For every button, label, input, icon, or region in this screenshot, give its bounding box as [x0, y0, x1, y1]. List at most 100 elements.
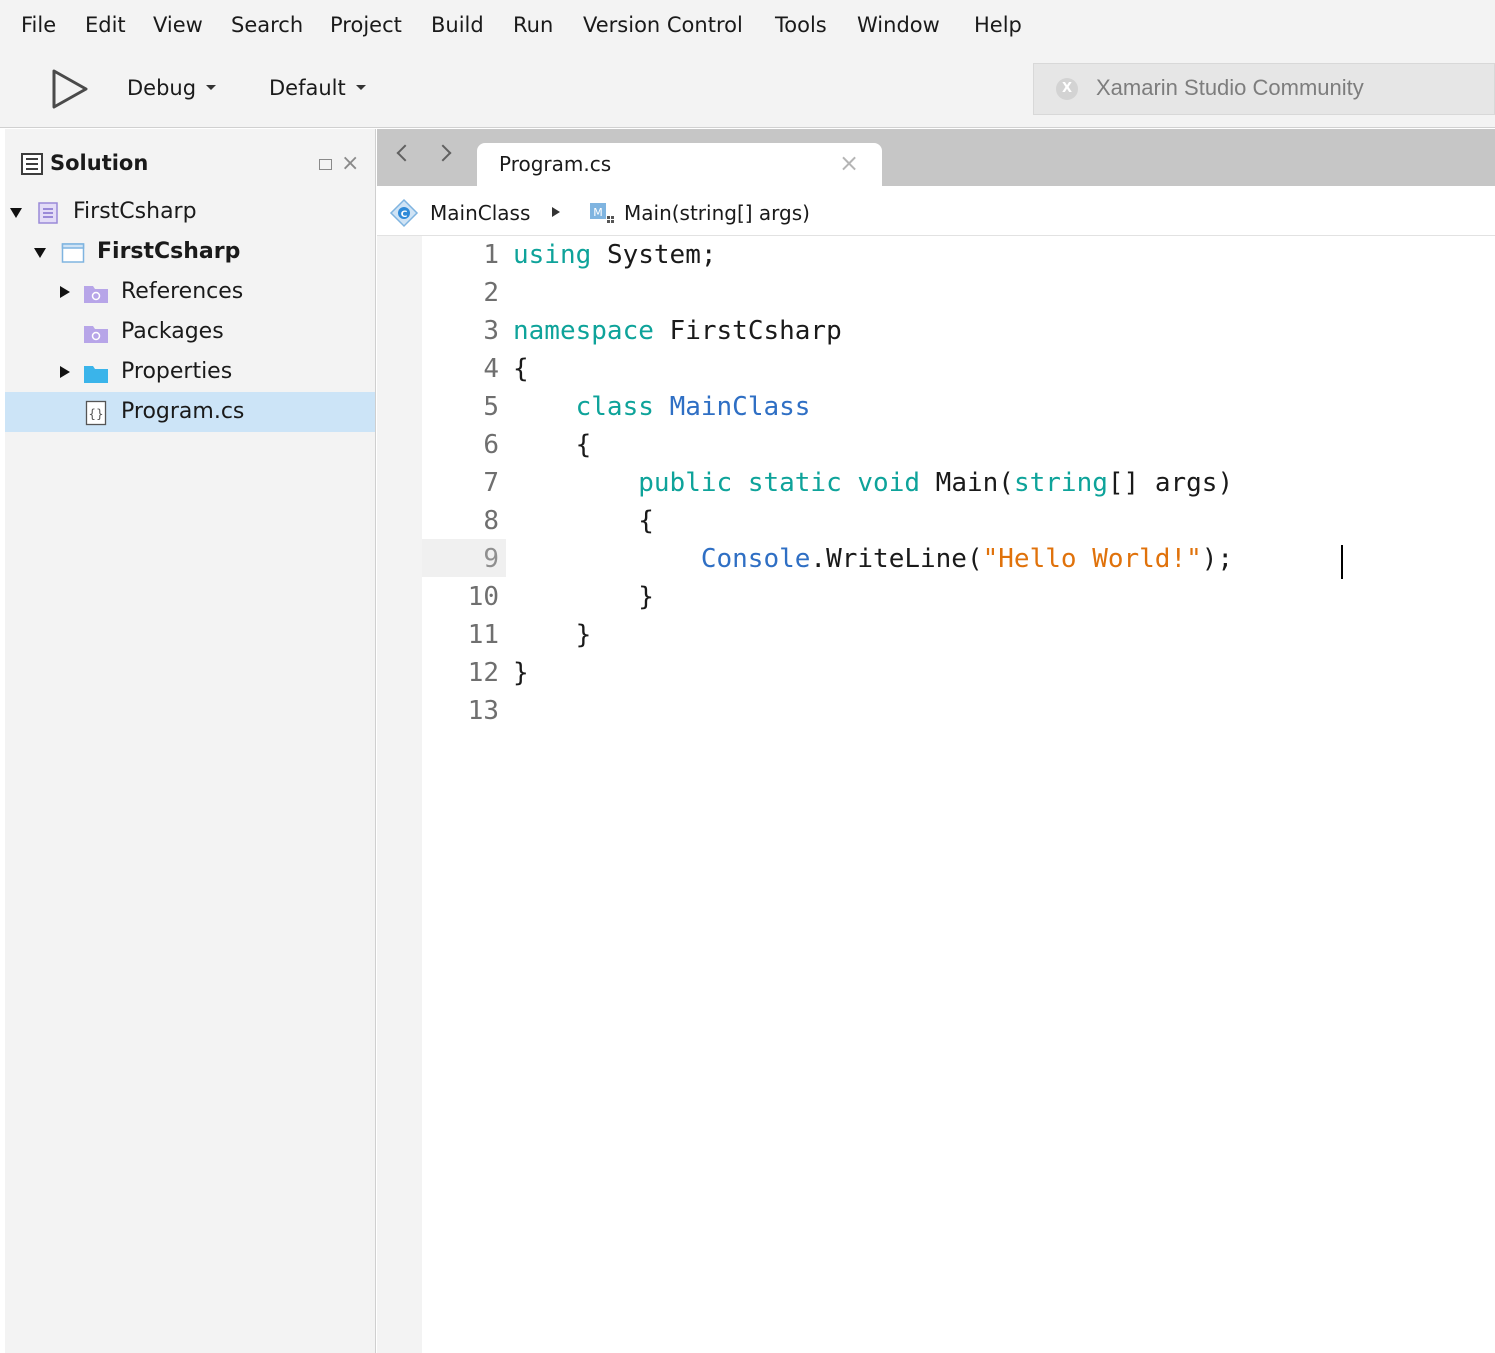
code-line[interactable]: 4{: [377, 350, 1495, 388]
menu-build[interactable]: Build: [431, 10, 484, 40]
tree-item-label: Packages: [121, 319, 224, 344]
menu-help[interactable]: Help: [974, 10, 1022, 40]
target-label: Default: [269, 76, 346, 100]
code-line[interactable]: 11 }: [377, 616, 1495, 654]
configuration-label: Debug: [127, 76, 197, 100]
tree-item-label: Program.cs: [121, 399, 245, 424]
svg-text:C: C: [401, 210, 408, 220]
chevron-down-icon: [206, 84, 217, 90]
tree-item-label: References: [121, 279, 244, 304]
code-line[interactable]: 9 Console.WriteLine("Hello World!");: [377, 540, 1495, 578]
run-button[interactable]: [48, 67, 92, 111]
code-text: {: [513, 430, 592, 460]
path-method-label[interactable]: Main(string[] args): [624, 200, 810, 226]
menu-project[interactable]: Project: [330, 10, 402, 40]
expand-arrow-icon[interactable]: [60, 286, 70, 298]
folder-icon: [84, 366, 108, 383]
menu-bar: File Edit View Search Project Build Run …: [0, 0, 1495, 52]
back-arrow-icon[interactable]: [396, 144, 414, 162]
code-text: {: [513, 506, 654, 536]
tree-item-properties[interactable]: Properties: [5, 352, 375, 392]
restore-icon[interactable]: [319, 159, 332, 170]
references-folder-icon: [84, 286, 108, 303]
configuration-dropdown[interactable]: Debug: [127, 74, 217, 102]
code-text: {: [513, 354, 529, 384]
csharp-file-icon: {}: [85, 400, 107, 426]
solution-pad-header: Solution ×: [5, 129, 375, 189]
line-number: 2: [483, 278, 499, 308]
forward-arrow-icon[interactable]: [434, 144, 452, 162]
tree-item-program-cs[interactable]: {} Program.cs: [5, 392, 375, 432]
line-number: 5: [483, 392, 499, 422]
code-line[interactable]: 2: [377, 274, 1495, 312]
expand-arrow-icon[interactable]: [34, 248, 46, 258]
tree-item-references[interactable]: References: [5, 272, 375, 312]
line-number: 10: [467, 582, 499, 612]
code-line[interactable]: 7 public static void Main(string[] args): [377, 464, 1495, 502]
solution-pad: Solution × FirstCsharp FirstCsharp Refer…: [5, 129, 376, 1353]
line-number: 12: [467, 658, 499, 688]
solution-icon: [38, 202, 58, 224]
code-line[interactable]: 10 }: [377, 578, 1495, 616]
expand-arrow-icon[interactable]: [10, 208, 22, 218]
method-icon[interactable]: M: [589, 202, 615, 224]
tree-item-packages[interactable]: Packages: [5, 312, 375, 352]
project-icon: [61, 243, 85, 263]
target-dropdown[interactable]: Default: [269, 74, 366, 102]
code-editor[interactable]: 1 using System; 2 3 namespace FirstCsharp 4{5…: [377, 236, 1495, 1353]
expand-arrow-icon[interactable]: [60, 366, 70, 378]
play-icon: [52, 69, 88, 109]
line-number: 4: [483, 354, 499, 384]
code-line[interactable]: 8 {: [377, 502, 1495, 540]
code-line[interactable]: 12}: [377, 654, 1495, 692]
menu-run[interactable]: Run: [513, 10, 553, 40]
code-line[interactable]: 5 class MainClass: [377, 388, 1495, 426]
tree-item-label: Properties: [121, 359, 233, 384]
code-line[interactable]: 13: [377, 692, 1495, 730]
tab-label: Program.cs: [499, 152, 612, 176]
status-text: Xamarin Studio Community: [1096, 75, 1364, 100]
editor: Program.cs × C MainClass M Main(string[]…: [377, 129, 1495, 1353]
code-text: class MainClass: [575, 392, 811, 422]
line-number: 9: [483, 544, 499, 574]
line-number: 13: [467, 696, 499, 726]
code-line[interactable]: 3 namespace FirstCsharp: [377, 312, 1495, 350]
menu-view[interactable]: View: [153, 10, 203, 40]
tree-item-solution[interactable]: FirstCsharp: [5, 192, 375, 232]
class-icon[interactable]: C: [389, 198, 419, 228]
line-number: 3: [483, 316, 499, 346]
tree-item-project[interactable]: FirstCsharp: [5, 232, 375, 272]
line-number: 1: [483, 240, 499, 270]
code-line[interactable]: 1 using System;: [377, 236, 1495, 274]
solution-pad-title: Solution: [50, 151, 149, 175]
line-number: 6: [483, 430, 499, 460]
code-text: Console.WriteLine("Hello World!");: [700, 544, 1234, 574]
code-text: }: [513, 620, 592, 650]
code-line[interactable]: 6 {: [377, 426, 1495, 464]
close-tab-icon[interactable]: ×: [839, 149, 859, 177]
xamarin-icon: X: [1056, 78, 1078, 100]
menu-search[interactable]: Search: [231, 10, 303, 40]
toolbar: Debug Default X Xamarin Studio Community: [0, 52, 1495, 128]
close-icon[interactable]: ×: [341, 151, 359, 177]
menu-window[interactable]: Window: [857, 10, 940, 40]
menu-file[interactable]: File: [21, 10, 56, 40]
tab-bar: Program.cs ×: [377, 129, 1495, 186]
path-bar: C MainClass M Main(string[] args): [377, 186, 1495, 236]
path-separator-icon: [552, 207, 560, 217]
menu-version-control[interactable]: Version Control: [583, 10, 743, 40]
path-class-label[interactable]: MainClass: [430, 200, 530, 226]
menu-tools[interactable]: Tools: [775, 10, 827, 40]
code-text: namespace FirstCsharp: [513, 316, 842, 346]
chevron-down-icon: [355, 84, 366, 90]
solution-pad-icon: [21, 153, 43, 175]
code-text: public static void Main(string[] args): [638, 468, 1234, 498]
tree-item-label: FirstCsharp: [73, 199, 197, 224]
menu-edit[interactable]: Edit: [85, 10, 126, 40]
tab-program-cs[interactable]: Program.cs ×: [477, 143, 882, 186]
line-number: 8: [483, 506, 499, 536]
svg-text:M: M: [593, 206, 603, 219]
text-caret: [1341, 545, 1343, 579]
line-number: 11: [467, 620, 499, 650]
packages-folder-icon: [84, 326, 108, 343]
